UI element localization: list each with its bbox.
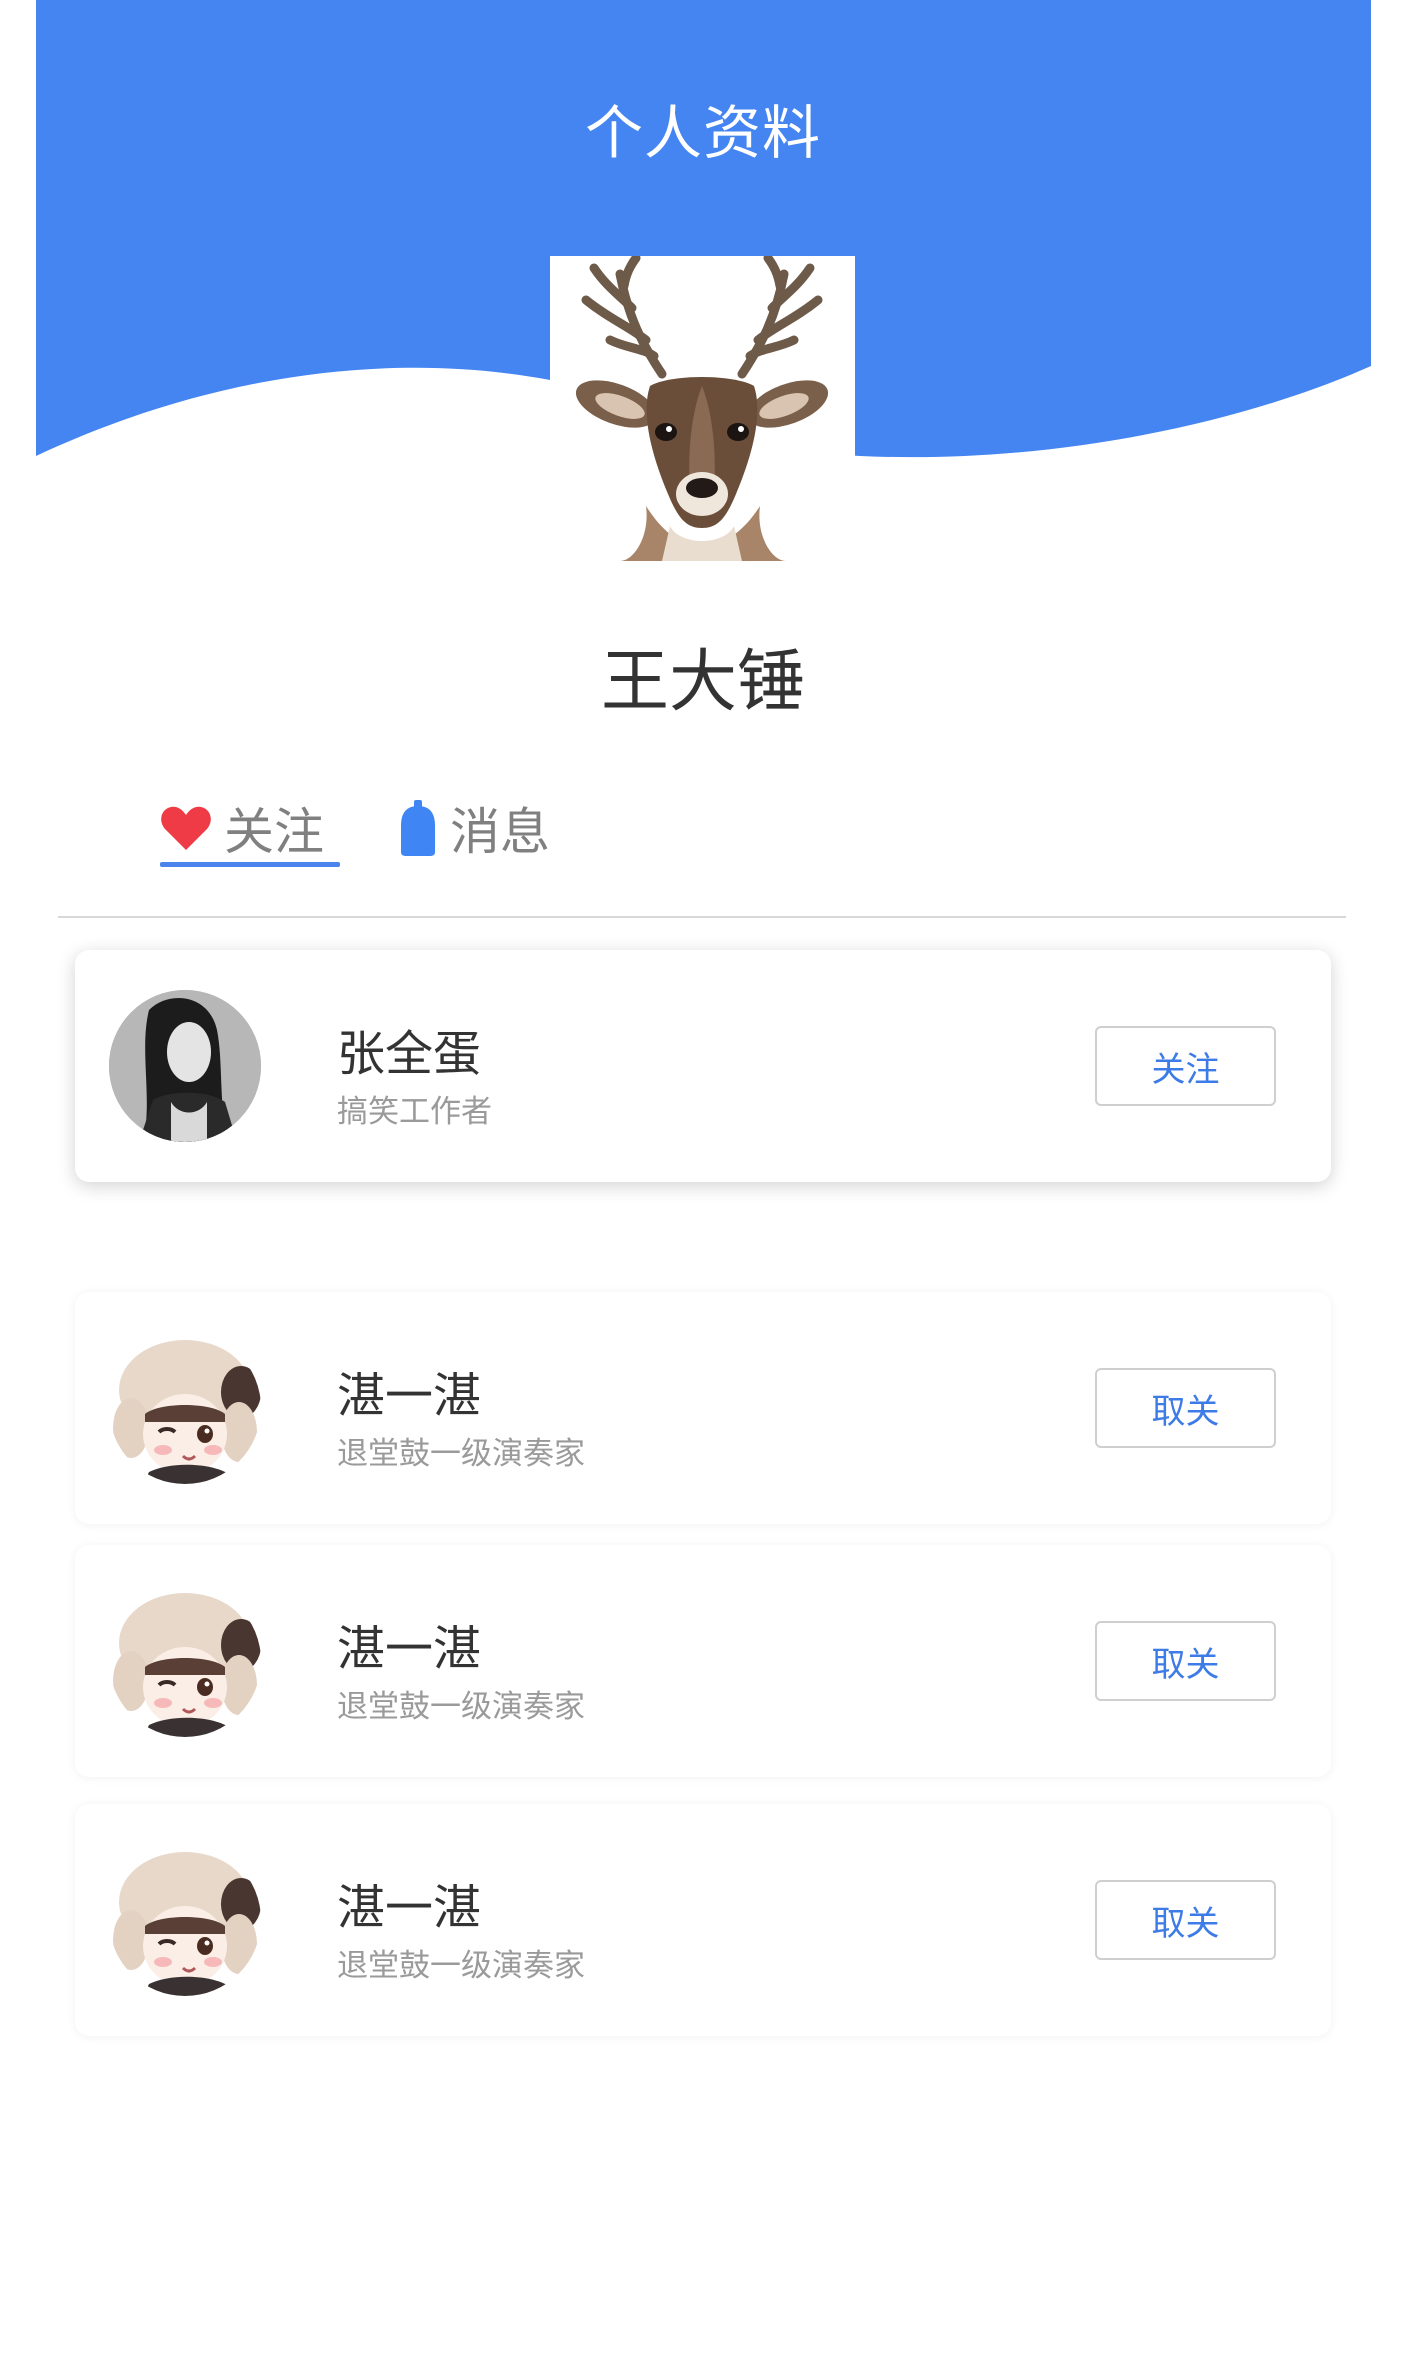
cartoon-girl-avatar[interactable] xyxy=(109,1585,261,1737)
tab-follow[interactable]: 关注 xyxy=(160,786,340,870)
active-tab-indicator xyxy=(160,862,340,867)
user-card[interactable]: 张全蛋 搞笑工作者 关注 xyxy=(75,950,1331,1182)
cartoon-girl-icon xyxy=(109,1332,261,1484)
user-name: 湛一湛 xyxy=(337,1880,482,1936)
cartoon-girl-icon xyxy=(109,1585,261,1737)
tab-follow-label: 关注 xyxy=(224,803,324,861)
user-card[interactable]: 湛一湛 退堂鼓一级演奏家 取关 xyxy=(75,1292,1331,1524)
tab-divider xyxy=(58,916,1346,918)
user-description: 退堂鼓一级演奏家 xyxy=(337,1948,585,1984)
user-card[interactable]: 湛一湛 退堂鼓一级演奏家 取关 xyxy=(75,1545,1331,1777)
girl-photo-avatar[interactable] xyxy=(109,990,261,1142)
user-card[interactable]: 湛一湛 退堂鼓一级演奏家 取关 xyxy=(75,1804,1331,2036)
deer-icon xyxy=(550,256,855,561)
user-description: 退堂鼓一级演奏家 xyxy=(337,1436,585,1472)
heart-icon xyxy=(161,806,211,850)
unfollow-button[interactable]: 取关 xyxy=(1095,1621,1276,1701)
profile-page: 个人资料 王大锤 关注 消息 张全蛋 搞笑工作者 关注 湛一湛 退堂鼓一级演奏家… xyxy=(0,0,1406,2367)
unfollow-button[interactable]: 取关 xyxy=(1095,1368,1276,1448)
unfollow-button[interactable]: 取关 xyxy=(1095,1880,1276,1960)
tab-message[interactable]: 消息 xyxy=(398,786,588,870)
girl-photo-icon xyxy=(109,990,261,1142)
cartoon-girl-avatar[interactable] xyxy=(109,1332,261,1484)
user-description: 退堂鼓一级演奏家 xyxy=(337,1689,585,1725)
cartoon-girl-avatar[interactable] xyxy=(109,1844,261,1996)
cartoon-girl-icon xyxy=(109,1844,261,1996)
profile-name: 王大锤 xyxy=(600,643,805,722)
follow-button[interactable]: 关注 xyxy=(1095,1026,1276,1106)
user-name: 张全蛋 xyxy=(337,1026,482,1082)
page-title: 个人资料 xyxy=(584,99,821,167)
user-name: 湛一湛 xyxy=(337,1621,482,1677)
user-name: 湛一湛 xyxy=(337,1368,482,1424)
user-description: 搞笑工作者 xyxy=(337,1094,492,1130)
deer-avatar[interactable] xyxy=(550,256,855,561)
tab-message-label: 消息 xyxy=(450,803,550,861)
message-bubble-icon xyxy=(401,800,435,856)
